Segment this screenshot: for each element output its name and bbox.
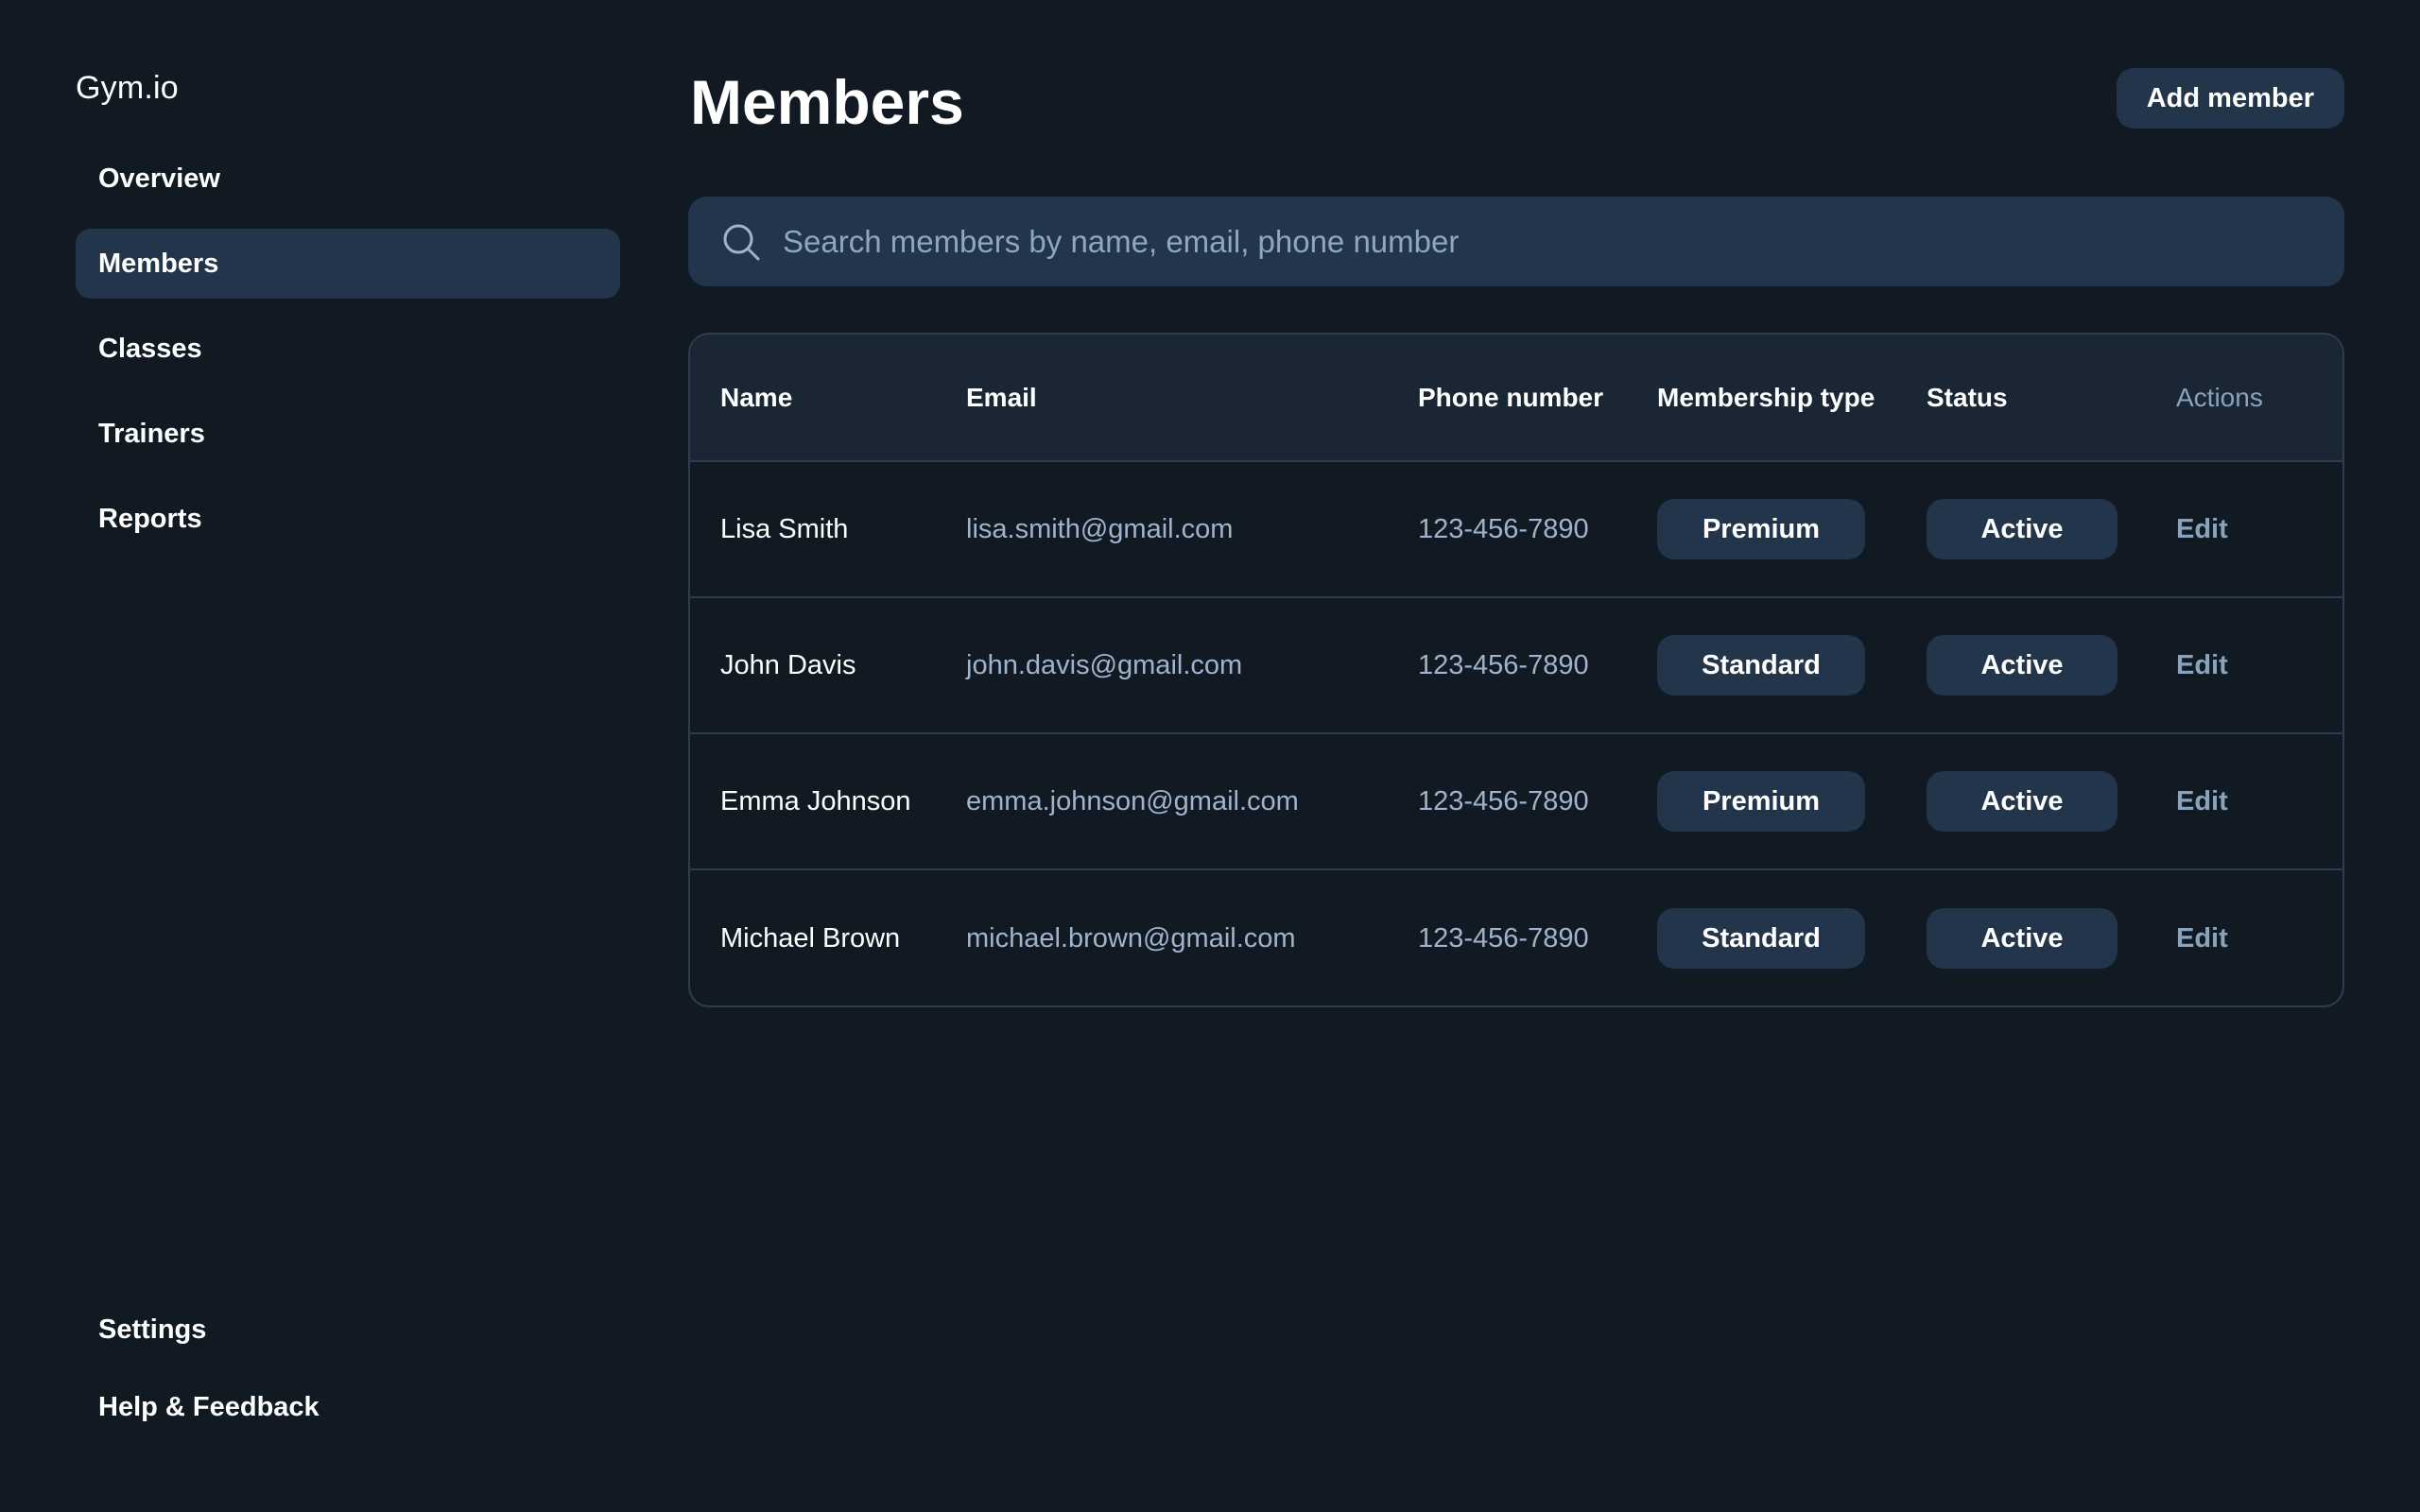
sidebar-item-help-feedback[interactable]: Help & Feedback (76, 1372, 620, 1442)
member-email: john.davis@gmail.com (966, 650, 1243, 680)
member-phone: 123-456-7890 (1418, 786, 1589, 816)
column-header-status: Status (1896, 335, 2146, 462)
search-bar[interactable] (688, 197, 2344, 286)
table-body: Lisa Smith lisa.smith@gmail.com 123-456-… (690, 461, 2342, 1005)
sidebar-bottom-nav: Settings Help & Feedback (76, 1295, 620, 1450)
member-email: michael.brown@gmail.com (966, 922, 1296, 954)
sidebar-nav: Overview Members Classes Trainers Report… (76, 144, 620, 569)
member-phone: 123-456-7890 (1418, 922, 1589, 954)
edit-button[interactable]: Edit (2176, 514, 2228, 544)
page-title: Members (690, 67, 964, 137)
sidebar-item-overview[interactable]: Overview (76, 144, 620, 214)
membership-type-badge: Standard (1657, 907, 1865, 969)
member-phone: 123-456-7890 (1418, 650, 1589, 680)
column-header-name: Name (690, 335, 936, 462)
edit-button[interactable]: Edit (2176, 923, 2228, 954)
member-phone: 123-456-7890 (1418, 514, 1589, 544)
member-name: John Davis (720, 650, 856, 680)
status-badge: Active (1927, 635, 2118, 696)
column-header-actions: Actions (2146, 335, 2342, 462)
sidebar: Gym.io Overview Members Classes Trainers… (76, 0, 620, 1512)
edit-button[interactable]: Edit (2176, 650, 2228, 680)
search-input[interactable] (781, 213, 2344, 270)
members-table: Name Email Phone number Membership type … (688, 333, 2344, 1007)
column-header-email: Email (936, 335, 1388, 462)
sidebar-item-trainers[interactable]: Trainers (76, 399, 620, 469)
member-email: emma.johnson@gmail.com (966, 786, 1299, 816)
member-name: Lisa Smith (720, 514, 849, 544)
member-name: Michael Brown (720, 922, 901, 954)
sidebar-item-classes[interactable]: Classes (76, 314, 620, 384)
column-header-phone: Phone number (1388, 335, 1627, 462)
status-badge: Active (1927, 771, 2118, 832)
membership-type-badge: Standard (1657, 635, 1865, 696)
membership-type-badge: Premium (1657, 771, 1865, 832)
member-name: Emma Johnson (720, 786, 911, 816)
sidebar-item-members[interactable]: Members (76, 229, 620, 299)
sidebar-item-settings[interactable]: Settings (76, 1295, 620, 1365)
table-row: Lisa Smith lisa.smith@gmail.com 123-456-… (690, 461, 2342, 597)
edit-button[interactable]: Edit (2176, 786, 2228, 816)
status-badge: Active (1927, 907, 2118, 969)
table-header: Name Email Phone number Membership type … (690, 335, 2342, 462)
table-row: John Davis john.davis@gmail.com 123-456-… (690, 597, 2342, 733)
table-header-row: Name Email Phone number Membership type … (690, 335, 2342, 462)
brand-logo[interactable]: Gym.io (76, 70, 179, 107)
app: Gym.io Overview Members Classes Trainers… (0, 0, 2420, 1512)
add-member-button[interactable]: Add member (2116, 68, 2344, 129)
table-row: Michael Brown michael.brown@gmail.com 12… (690, 869, 2342, 1005)
table-row: Emma Johnson emma.johnson@gmail.com 123-… (690, 733, 2342, 869)
sidebar-item-reports[interactable]: Reports (76, 484, 620, 554)
status-badge: Active (1927, 499, 2118, 559)
column-header-membership-type: Membership type (1627, 335, 1896, 462)
membership-type-badge: Premium (1657, 499, 1865, 559)
search-icon (723, 224, 760, 260)
member-email: lisa.smith@gmail.com (966, 514, 1234, 544)
